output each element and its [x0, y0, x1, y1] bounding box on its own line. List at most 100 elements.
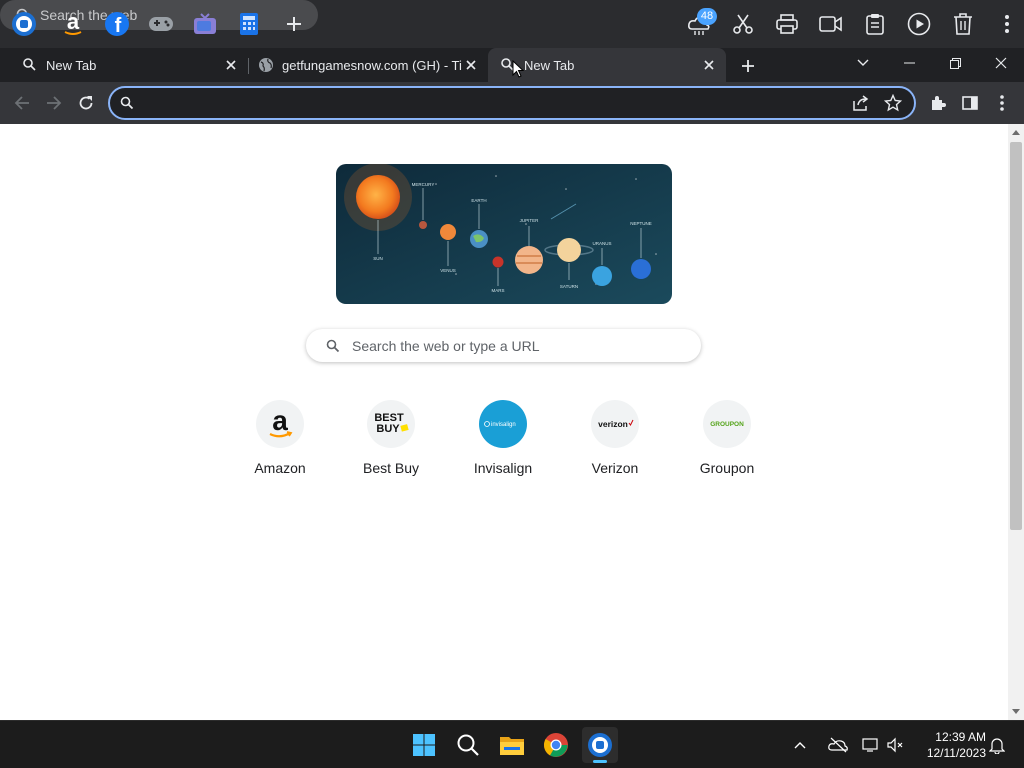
restore-icon: [949, 57, 961, 69]
volume-muted-icon[interactable]: [882, 727, 908, 763]
mouse-cursor-icon: [512, 60, 524, 78]
puzzle-icon: [932, 96, 946, 110]
chevron-down-icon: [857, 59, 869, 66]
more-vertical-icon: [1000, 95, 1004, 111]
notification-bell-icon[interactable]: [986, 727, 1008, 763]
show-hidden-icons-chevron-icon[interactable]: [788, 727, 812, 763]
close-tab-icon[interactable]: [462, 56, 480, 74]
calculator-icon[interactable]: [233, 8, 265, 40]
play-icon[interactable]: [903, 8, 935, 40]
video-camera-icon[interactable]: [815, 8, 847, 40]
more-vertical-icon[interactable]: [991, 8, 1023, 40]
new-tab-button[interactable]: [736, 54, 760, 78]
clock-time: 12:39 AM: [935, 730, 986, 744]
extension-toolbar: a f Search the web 48: [0, 0, 1024, 48]
arrow-right-icon: [47, 96, 62, 110]
tv-icon[interactable]: [189, 8, 221, 40]
label-mercury: MERCURY: [412, 182, 435, 187]
label-saturn: SATURN: [560, 284, 578, 289]
svg-text:GROUPON: GROUPON: [710, 421, 744, 428]
tab-search-dropdown[interactable]: [840, 48, 886, 78]
forward-button[interactable]: [39, 88, 69, 118]
address-bar[interactable]: [108, 86, 916, 120]
page-scrollbar[interactable]: [1008, 124, 1024, 720]
tab-getfungamesnow[interactable]: getfungamesnow.com (GH) - Tic: [252, 48, 484, 82]
shortcut-invisalign[interactable]: invisalign Invisalign: [447, 400, 559, 484]
chrome-icon[interactable]: [538, 727, 574, 763]
navigation-bar: [0, 82, 1024, 124]
svg-text:invisalign: invisalign: [491, 422, 516, 428]
shortcut-groupon[interactable]: GROUPON Groupon: [671, 400, 783, 484]
extensions-button[interactable]: [923, 88, 953, 118]
label-earth: EARTH: [471, 198, 486, 203]
add-shortcut-icon[interactable]: [278, 8, 310, 40]
arrow-left-icon: [14, 96, 29, 110]
search-icon: [22, 57, 38, 73]
reload-icon: [79, 96, 93, 110]
search-icon: [120, 96, 134, 110]
amazon-logo-icon: a: [256, 400, 304, 448]
scrollbar-thumb[interactable]: [1010, 142, 1022, 530]
file-explorer-icon[interactable]: [494, 727, 530, 763]
facebook-icon[interactable]: f: [101, 8, 133, 40]
close-tab-icon[interactable]: [222, 56, 240, 74]
taskbar-search-icon[interactable]: [450, 727, 486, 763]
search-icon: [326, 339, 340, 353]
reload-button[interactable]: [71, 88, 101, 118]
page-search-box[interactable]: [306, 329, 701, 362]
print-icon[interactable]: [771, 8, 803, 40]
shortcut-label: Best Buy: [362, 460, 420, 476]
active-browser-app-icon[interactable]: [582, 727, 618, 763]
shortcut-best-buy[interactable]: BEST BUY Best Buy: [335, 400, 447, 484]
plus-icon: [742, 60, 754, 72]
svg-text:a: a: [272, 407, 288, 436]
back-button[interactable]: [7, 88, 37, 118]
amazon-icon[interactable]: a: [57, 8, 89, 40]
solar-system-doodle[interactable]: SUN MERCURY VENUS EARTH MARS JUPITER SAT…: [336, 164, 672, 304]
clipboard-icon[interactable]: [859, 8, 891, 40]
side-panel-icon: [962, 96, 978, 110]
tab-new-tab-1[interactable]: New Tab: [14, 48, 244, 82]
restore-button[interactable]: [932, 48, 978, 78]
windows-start-icon[interactable]: [406, 727, 442, 763]
clock-date: 12/11/2023: [926, 746, 986, 760]
app-logo-icon[interactable]: [8, 8, 40, 40]
shortcut-label: Amazon: [254, 460, 306, 476]
shortcut-verizon[interactable]: verizon Verizon: [559, 400, 671, 484]
address-input[interactable]: [146, 92, 846, 114]
share-icon[interactable]: [852, 94, 870, 112]
scroll-up-icon: [1012, 130, 1020, 135]
scissors-icon[interactable]: [727, 8, 759, 40]
groupon-logo-icon: GROUPON: [703, 400, 751, 448]
weather-badge: 48: [697, 8, 717, 25]
label-jupiter: JUPITER: [520, 218, 540, 223]
invisalign-logo-icon: invisalign: [479, 400, 527, 448]
page-search-input[interactable]: [352, 337, 672, 354]
svg-text:a: a: [67, 11, 80, 34]
shortcut-label: Verizon: [591, 460, 639, 476]
browser-menu-button[interactable]: [987, 88, 1017, 118]
new-tab-page: SUN MERCURY VENUS EARTH MARS JUPITER SAT…: [0, 124, 1008, 720]
minimize-button[interactable]: [886, 48, 932, 78]
gamepad-icon[interactable]: [145, 8, 177, 40]
system-clock[interactable]: 12:39 AM 12/11/2023: [914, 729, 986, 761]
label-sun: SUN: [373, 256, 383, 261]
network-icon[interactable]: [856, 727, 884, 763]
minimize-icon: [903, 62, 915, 64]
shortcut-amazon[interactable]: a Amazon: [224, 400, 336, 484]
label-venus: VENUS: [440, 268, 456, 273]
svg-text:f: f: [115, 15, 122, 37]
verizon-logo-icon: verizon: [591, 400, 639, 448]
side-panel-button[interactable]: [955, 88, 985, 118]
close-tab-icon[interactable]: [700, 56, 718, 74]
trash-icon[interactable]: [947, 8, 979, 40]
bookmark-star-icon[interactable]: [884, 94, 902, 112]
close-window-button[interactable]: [978, 48, 1024, 78]
windows-taskbar: 12:39 AM 12/11/2023: [0, 720, 1024, 768]
shortcut-label: Invisalign: [473, 460, 533, 476]
onedrive-offline-icon[interactable]: [824, 727, 852, 763]
tab-title: New Tab: [46, 57, 97, 73]
best-buy-logo-icon: BEST BUY: [367, 400, 415, 448]
active-indicator: [593, 760, 607, 763]
svg-text:BUY: BUY: [376, 423, 400, 435]
